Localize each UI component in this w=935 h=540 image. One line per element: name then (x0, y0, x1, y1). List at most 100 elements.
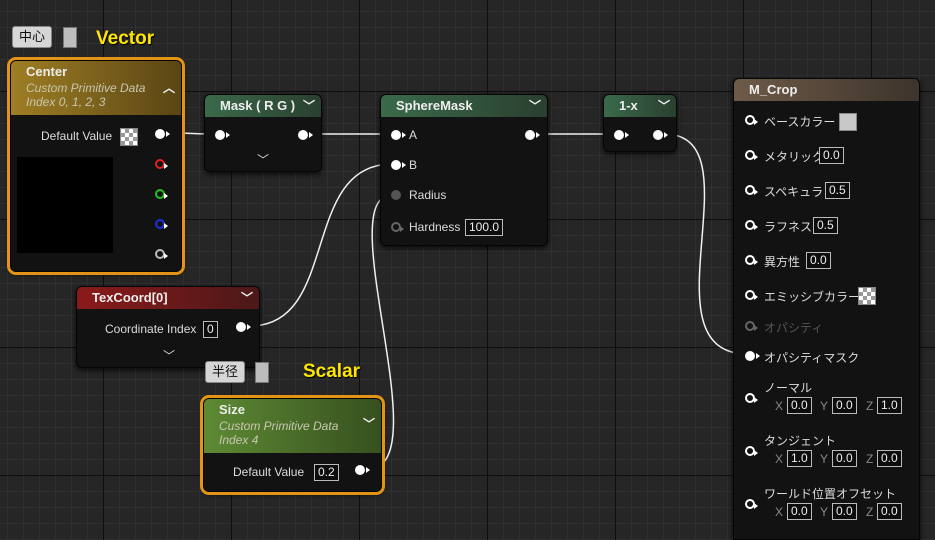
node-oneminus-header[interactable]: 1-x ﹀ (604, 95, 676, 117)
node-texcoord-title: TexCoord[0] (92, 290, 168, 305)
node-mask[interactable]: Mask ( R G ) ﹀ ﹀ (204, 94, 322, 172)
material-opacity-mask-label: オパシティマスク (764, 351, 860, 365)
node-size-subtitle-1: Custom Primitive Data (219, 419, 339, 433)
chevron-down-icon[interactable]: ﹀ (658, 95, 670, 117)
spheremask-input-pin-b[interactable] (391, 160, 406, 170)
oneminus-output-pin[interactable] (653, 130, 668, 140)
material-normal-z-field[interactable]: 1.0 (877, 397, 902, 414)
mask-output-pin[interactable] (298, 130, 313, 140)
node-texcoord-header[interactable]: TexCoord[0] ﹀ (77, 287, 259, 309)
material-input-pin-anisotropy[interactable] (745, 255, 758, 265)
axis-x-label: X (775, 399, 784, 413)
node-mask-header[interactable]: Mask ( R G ) ﹀ (205, 95, 321, 117)
material-emissive-swatch[interactable] (858, 287, 876, 305)
axis-z-label: Z (866, 452, 874, 466)
material-roughness-label: ラフネス (764, 220, 813, 234)
pin-bubble-icon[interactable] (63, 27, 77, 48)
material-normal-label: ノーマル (764, 381, 813, 395)
material-tangent-y-field[interactable]: 0.0 (832, 450, 857, 467)
oneminus-input-pin[interactable] (614, 130, 629, 140)
material-tangent-z-field[interactable]: 0.0 (877, 450, 902, 467)
size-default-value-label: Default Value (233, 465, 305, 479)
center-output-pin-a[interactable] (155, 249, 168, 259)
axis-z-label: Z (866, 505, 874, 519)
pin-bubble-icon[interactable] (255, 362, 269, 383)
texcoord-output-pin[interactable] (236, 322, 251, 332)
size-output-pin[interactable] (355, 465, 370, 475)
node-mask-title: Mask ( R G ) (220, 98, 296, 113)
node-center-subtitle-2: Index 0, 1, 2, 3 (26, 95, 106, 109)
material-metallic-label: メタリック (764, 150, 825, 164)
node-size-header[interactable]: Size Custom Primitive Data Index 4 ﹀ (204, 399, 381, 453)
chevron-down-icon[interactable]: ﹀ (303, 95, 315, 117)
node-spheremask[interactable]: SphereMask ﹀ A B Radius Hardness 100.0 (380, 94, 548, 246)
center-comment-bubble[interactable]: 中心 (12, 26, 53, 48)
chevron-down-icon[interactable]: ﹀ (363, 415, 375, 433)
node-center[interactable]: Center Custom Primitive Data Index 0, 1,… (7, 57, 185, 275)
spheremask-input-pin-a[interactable] (391, 130, 406, 140)
node-size[interactable]: Size Custom Primitive Data Index 4 ﹀ Def… (200, 395, 385, 495)
axis-x-label: X (775, 505, 784, 519)
material-emissive-label: エミッシブカラー (764, 290, 861, 304)
mask-expand-chevron-icon[interactable]: ﹀ (257, 151, 269, 168)
mask-input-pin[interactable] (215, 130, 230, 140)
material-tangent-x-field[interactable]: 1.0 (787, 450, 812, 467)
size-comment-bubble[interactable]: 半径 (205, 361, 246, 383)
center-output-pin-rgba[interactable] (155, 129, 170, 139)
material-wpo-x-field[interactable]: 0.0 (787, 503, 812, 520)
spheremask-input-radius-label: Radius (409, 188, 447, 202)
material-anisotropy-field[interactable]: 0.0 (806, 252, 831, 269)
center-output-pin-r[interactable] (155, 159, 168, 169)
center-output-pin-b[interactable] (155, 219, 168, 229)
axis-x-label: X (775, 452, 784, 466)
spheremask-hardness-field[interactable]: 100.0 (465, 219, 504, 236)
material-input-pin-specular[interactable] (745, 185, 758, 195)
material-wpo-z-field[interactable]: 0.0 (877, 503, 902, 520)
material-input-pin-emissive[interactable] (745, 290, 758, 300)
material-input-pin-opacity-mask[interactable] (745, 351, 760, 361)
texcoord-coordinate-index-field[interactable]: 0 (203, 321, 218, 338)
collapse-chevron-icon[interactable]: ︿ (163, 79, 175, 97)
material-input-pin-wpo[interactable] (745, 499, 758, 509)
node-material-result[interactable]: M_Crop ベースカラー メタリック 0.0 スペキュラ 0.5 ラフネス 0… (733, 78, 920, 540)
center-default-value-swatch[interactable] (120, 128, 138, 146)
texcoord-expand-chevron-icon[interactable]: ﹀ (163, 347, 175, 364)
axis-y-label: Y (820, 452, 829, 466)
material-base-color-swatch[interactable] (839, 113, 857, 131)
material-roughness-field[interactable]: 0.5 (813, 217, 838, 234)
chevron-down-icon[interactable]: ﹀ (529, 95, 541, 117)
spheremask-input-pin-radius[interactable] (391, 190, 401, 200)
axis-y-label: Y (820, 505, 829, 519)
material-input-pin-opacity[interactable] (745, 321, 758, 331)
material-opacity-label: オパシティ (764, 321, 824, 335)
material-metallic-field[interactable]: 0.0 (819, 147, 844, 164)
spheremask-output-pin[interactable] (525, 130, 540, 140)
material-input-pin-base-color[interactable] (745, 115, 758, 125)
material-normal-x-field[interactable]: 0.0 (787, 397, 812, 414)
size-default-value-field[interactable]: 0.2 (314, 464, 339, 481)
material-input-pin-normal[interactable] (745, 393, 758, 403)
material-normal-axes: X (775, 399, 787, 413)
material-input-pin-roughness[interactable] (745, 220, 758, 230)
node-material-title: M_Crop (749, 82, 798, 97)
node-texcoord[interactable]: TexCoord[0] ﹀ Coordinate Index 0 ﹀ (76, 286, 260, 368)
center-output-pin-g[interactable] (155, 189, 168, 199)
material-normal-y-field[interactable]: 0.0 (832, 397, 857, 414)
spheremask-input-a-label: A (409, 128, 418, 142)
material-specular-field[interactable]: 0.5 (825, 182, 850, 199)
node-oneminus[interactable]: 1-x ﹀ (603, 94, 677, 152)
spheremask-input-b-label: B (409, 158, 418, 172)
spheremask-input-pin-hardness[interactable] (391, 222, 404, 232)
node-spheremask-header[interactable]: SphereMask ﹀ (381, 95, 547, 117)
wire-texcoord-to-spheremask-b (249, 163, 393, 327)
material-wpo-label: ワールド位置オフセット (764, 487, 897, 501)
material-wpo-y-field[interactable]: 0.0 (832, 503, 857, 520)
material-input-pin-tangent[interactable] (745, 446, 758, 456)
material-anisotropy-label: 異方性 (764, 255, 801, 269)
node-material-header[interactable]: M_Crop (734, 79, 919, 101)
chevron-down-icon[interactable]: ﹀ (241, 287, 253, 309)
material-input-pin-metallic[interactable] (745, 150, 758, 160)
node-spheremask-title: SphereMask (396, 98, 473, 113)
texcoord-coordinate-index-label: Coordinate Index (105, 322, 197, 336)
node-center-header[interactable]: Center Custom Primitive Data Index 0, 1,… (11, 61, 181, 115)
